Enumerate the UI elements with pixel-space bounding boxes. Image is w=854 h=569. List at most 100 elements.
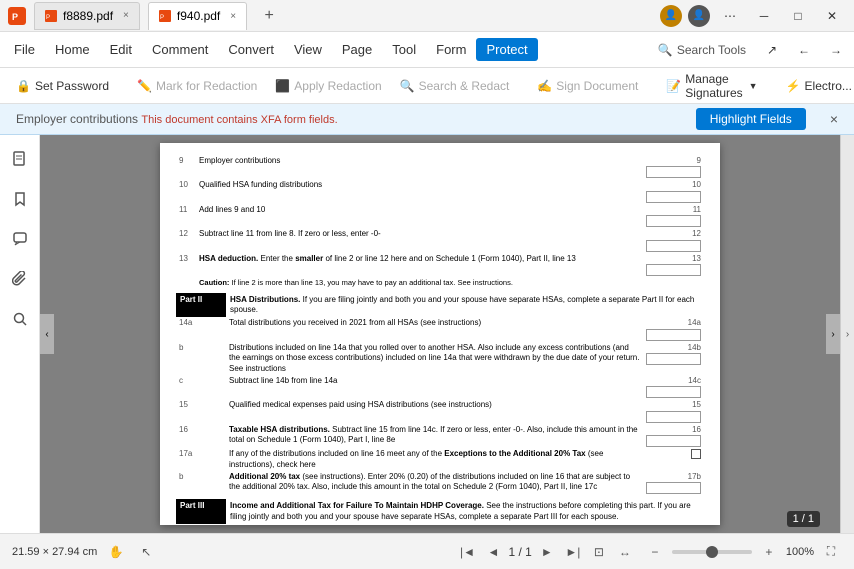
mark-redaction-label: Mark for Redaction	[156, 79, 257, 93]
row-num	[176, 277, 196, 289]
table-row: 14a Total distributions you received in …	[176, 317, 704, 341]
right-sidebar-toggle[interactable]: ›	[840, 135, 854, 533]
part-iii-heading: Income and Additional Tax for Failure To…	[226, 499, 704, 524]
select-tool-button[interactable]: ↖	[135, 541, 157, 563]
apply-redaction-label: Apply Redaction	[294, 79, 381, 93]
scroll-left-arrow[interactable]: ‹	[40, 314, 54, 354]
row-content: Subtract line 11 from line 8. If zero or…	[196, 228, 643, 252]
svg-text:P: P	[160, 15, 164, 21]
forward-button[interactable]: →	[822, 36, 850, 64]
row-num: 13	[176, 253, 196, 277]
pdf-viewer[interactable]: ‹ 9 Employer contributions 9 10 Qualifie…	[40, 135, 840, 533]
row-num: c	[176, 375, 226, 399]
overflow-menu-button[interactable]: ⋯	[716, 2, 744, 30]
part-ii-heading: HSA Distributions. If you are filing joi…	[226, 293, 704, 318]
row-box: 11	[643, 204, 704, 228]
prev-page-button[interactable]: ◄	[482, 541, 504, 563]
menu-view[interactable]: View	[284, 38, 332, 61]
status-left: 21.59 × 27.94 cm ✋ ↖	[12, 541, 448, 563]
electro-button[interactable]: ⚡ Electro...	[778, 75, 854, 97]
electro-icon: ⚡	[786, 79, 801, 93]
menu-file[interactable]: File	[4, 38, 45, 61]
sign-document-button[interactable]: ✍️ Sign Document	[529, 75, 646, 97]
new-tab-button[interactable]: +	[255, 2, 283, 30]
search-tools-button[interactable]: 🔍 Search Tools	[650, 39, 754, 61]
zoom-slider[interactable]	[672, 550, 752, 554]
fullscreen-button[interactable]: ⛶	[820, 541, 842, 563]
part-header-row: Part II HSA Distributions. If you are fi…	[176, 293, 704, 318]
menu-edit[interactable]: Edit	[100, 38, 142, 61]
row-box: 18	[643, 524, 704, 525]
fit-width-button[interactable]: ↔	[614, 541, 636, 563]
menu-page[interactable]: Page	[332, 38, 382, 61]
fit-page-button[interactable]: ⊡	[588, 541, 610, 563]
title-bar-right: 👤 👤 ⋯ ─ □ ✕	[660, 2, 846, 30]
pdf-page: 9 Employer contributions 9 10 Qualified …	[160, 143, 720, 525]
tab-f8889[interactable]: P f8889.pdf ×	[34, 2, 140, 30]
search-redact-button[interactable]: 🔍 Search & Redact	[392, 75, 518, 97]
row-box: 14b	[643, 342, 704, 375]
scroll-right-arrow[interactable]: ›	[826, 314, 840, 354]
menu-tool[interactable]: Tool	[382, 38, 426, 61]
row-box: 13	[643, 253, 704, 277]
maximize-button[interactable]: □	[784, 2, 812, 30]
first-page-button[interactable]: |◄	[456, 541, 478, 563]
hand-tool-button[interactable]: ✋	[105, 541, 127, 563]
highlight-fields-button[interactable]: Highlight Fields	[696, 108, 806, 130]
tab-close-1[interactable]: ×	[123, 10, 129, 21]
menu-home[interactable]: Home	[45, 38, 100, 61]
notification-close-button[interactable]: ×	[830, 111, 838, 127]
close-button[interactable]: ✕	[818, 2, 846, 30]
set-password-label: Set Password	[35, 79, 109, 93]
menu-convert[interactable]: Convert	[218, 38, 284, 61]
tab-f940[interactable]: P f940.pdf ×	[148, 2, 247, 30]
menu-form[interactable]: Form	[426, 38, 476, 61]
open-new-window-button[interactable]: ↗	[758, 36, 786, 64]
sidebar-search-icon[interactable]	[4, 303, 36, 335]
sidebar-thumbnail-icon[interactable]	[4, 143, 36, 175]
row-content: Add lines 9 and 10	[196, 204, 643, 228]
row-num: 17a	[176, 448, 226, 471]
page-indicator-overlay: 1 / 1	[787, 511, 820, 525]
row-content: If any of the distributions included on …	[226, 448, 643, 471]
page-dimensions: 21.59 × 27.94 cm	[12, 546, 97, 558]
mark-redaction-button[interactable]: ✏️ Mark for Redaction	[129, 75, 265, 97]
row-content: Subtract line 14b from line 14a	[226, 375, 643, 399]
sidebar-attachment-icon[interactable]	[4, 263, 36, 295]
apply-redaction-button[interactable]: ⬛ Apply Redaction	[267, 75, 389, 97]
status-bar: 21.59 × 27.94 cm ✋ ↖ |◄ ◄ 1 / 1 ► ►| ⊡ ↔…	[0, 533, 854, 569]
menu-comment[interactable]: Comment	[142, 38, 218, 61]
back-button[interactable]: ←	[790, 36, 818, 64]
minimize-button[interactable]: ─	[750, 2, 778, 30]
table-row: 12 Subtract line 11 from line 8. If zero…	[176, 228, 704, 252]
tab-label-1: f8889.pdf	[63, 9, 113, 23]
part-iii-label: Part III	[176, 499, 226, 524]
row-num: 18	[176, 524, 226, 525]
tab-close-2[interactable]: ×	[230, 11, 236, 22]
last-page-button[interactable]: ►|	[562, 541, 584, 563]
svg-text:P: P	[12, 12, 18, 22]
row-content: Last-month rule	[226, 524, 643, 525]
main-layout: ‹ 9 Employer contributions 9 10 Qualifie…	[0, 135, 854, 533]
row-box: 12	[643, 228, 704, 252]
menu-protect[interactable]: Protect	[476, 38, 537, 61]
next-page-button[interactable]: ►	[536, 541, 558, 563]
profile-avatar-2[interactable]: 👤	[688, 5, 710, 27]
pdf-icon-1: P	[45, 10, 57, 22]
zoom-out-button[interactable]: −	[644, 541, 666, 563]
page-indicator-text: 1 / 1	[787, 511, 820, 527]
search-icon: 🔍	[658, 43, 673, 57]
manage-sig-icon: 📝	[666, 79, 681, 93]
sidebar-bookmark-icon[interactable]	[4, 183, 36, 215]
table-row: 16 Taxable HSA distributions. Subtract l…	[176, 424, 704, 448]
menu-right: 🔍 Search Tools ↗ ← →	[650, 36, 850, 64]
manage-signatures-button[interactable]: 📝 Manage Signatures ▼	[658, 68, 765, 104]
zoom-in-button[interactable]: +	[758, 541, 780, 563]
set-password-button[interactable]: 🔒 Set Password	[8, 75, 117, 97]
row-box: 15	[643, 399, 704, 423]
row-num: 15	[176, 399, 226, 423]
sidebar-comment-icon[interactable]	[4, 223, 36, 255]
row-num: 14a	[176, 317, 226, 341]
title-bar: P P f8889.pdf × P f940.pdf × + 👤 👤 ⋯ ─ □…	[0, 0, 854, 32]
profile-avatar-1[interactable]: 👤	[660, 5, 682, 27]
